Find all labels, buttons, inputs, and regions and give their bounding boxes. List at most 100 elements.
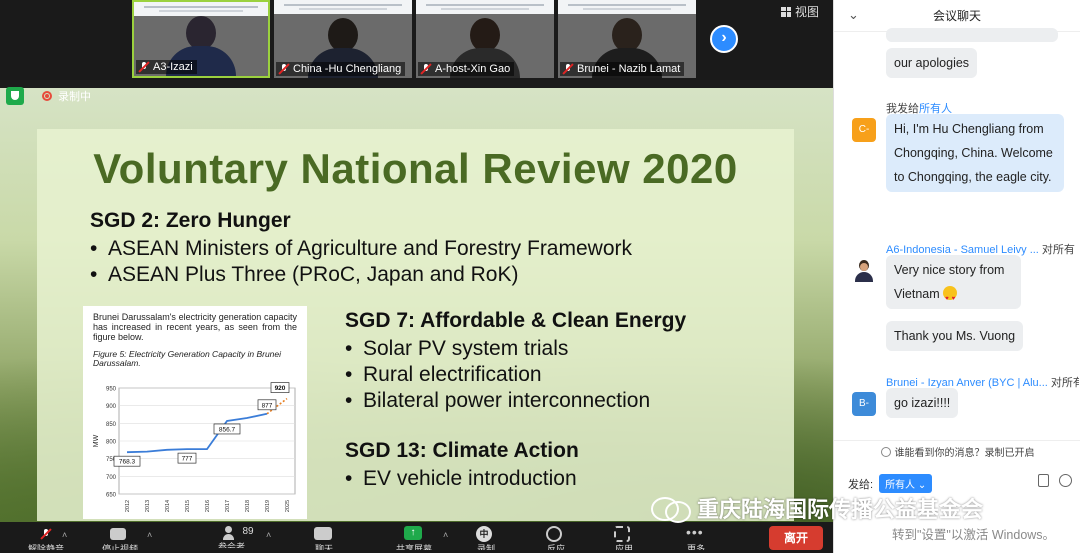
zoom-window: A3-Izazi China -Hu Chengliang A-host-Xin… — [0, 0, 1080, 553]
y-tick-label: 900 — [106, 404, 117, 410]
video-tile-hu-chengliang[interactable]: China -Hu Chengliang — [274, 0, 412, 78]
video-camera-icon — [110, 526, 130, 542]
more-options-icon[interactable] — [1059, 474, 1072, 487]
send-to-label: 发给: — [848, 478, 874, 491]
y-tick-label: 800 — [106, 440, 117, 446]
person-icon — [880, 446, 891, 457]
toolbar-label: 共享屏幕 — [396, 544, 433, 550]
tile-banner — [558, 0, 696, 14]
more-dots-icon: ••• — [686, 524, 704, 540]
mic-muted-icon — [138, 61, 150, 73]
toolbar-label: 停止视频 — [102, 544, 139, 550]
apps-icon — [614, 526, 634, 542]
participant-name: Brunei - Nazib Lamat — [560, 62, 685, 76]
sdg-bullet: EV vehicle introduction — [345, 466, 579, 492]
data-label: 920 — [275, 385, 286, 392]
next-page-button[interactable]: › — [710, 25, 738, 53]
record-icon — [42, 91, 52, 101]
participant-count: 89 — [242, 526, 254, 537]
tile-banner — [274, 0, 412, 14]
y-tick-label: 650 — [106, 493, 117, 499]
apps-button[interactable]: 应用 — [614, 526, 634, 550]
windows-activation-notice: 转到"设置"以激活 Windows。 — [892, 528, 1056, 542]
view-button[interactable]: 视图 — [781, 3, 819, 20]
video-tile-izazi[interactable]: A3-Izazi — [132, 0, 270, 78]
toolbar-label: 应用 — [614, 544, 633, 550]
figure-caption: Figure 5: Electricity Generation Capacit… — [93, 349, 282, 368]
unmute-button[interactable]: 解除静音 — [28, 526, 64, 550]
participant-name: A3-Izazi — [136, 60, 197, 74]
y-tick-label: 700 — [106, 475, 117, 481]
chat-tools — [1038, 474, 1072, 487]
chat-panel: ⌄ 会议聊天 our apologies 我发给所有人 C- Hi, I'm H… — [833, 0, 1080, 553]
chat-icon — [314, 526, 334, 542]
electricity-capacity-chart: 650700750800850900950MW2012 2013 2014 2015 2… — [93, 382, 296, 512]
send-to-row: 发给: 所有人 ⌄ — [848, 474, 933, 493]
chat-bubble-partial — [886, 28, 1058, 42]
chat-message: Hi, I'm Hu Chengliang from Chongqing, Ch… — [886, 114, 1064, 192]
video-tile-nazib-lamat[interactable]: Brunei - Nazib Lamat — [558, 0, 696, 78]
more-button[interactable]: ••• 更多 — [686, 524, 706, 550]
toolbar-label: 解除静音 — [28, 544, 65, 550]
toolbar-label: 聊天 — [314, 544, 333, 550]
sdg-bullet: Bilateral power interconnection — [345, 388, 686, 414]
stop-video-button[interactable]: 停止视频 — [102, 526, 138, 550]
chat-messages[interactable]: our apologies 我发给所有人 C- Hi, I'm Hu Cheng… — [834, 28, 1080, 440]
tile-banner — [416, 0, 554, 14]
sdg-heading: SGD 2: Zero Hunger — [90, 209, 291, 232]
sdg-bullet: Solar PV system trials — [345, 336, 686, 362]
mic-muted-icon — [562, 63, 574, 75]
recording-label: 录制中 — [58, 91, 91, 103]
x-tick-label: 2013 — [145, 500, 151, 512]
video-tile-xin-gao[interactable]: A-host-Xin Gao — [416, 0, 554, 78]
record-icon: 中 — [476, 526, 496, 542]
meeting-toolbar: 解除静音 ˄ 停止视频 ˄ 89 参会者 ˄ 聊天 ↑ 共享屏幕 ˄ 中 录制 … — [0, 522, 833, 553]
reactions-button[interactable]: 反应 — [546, 526, 566, 550]
participants-icon: 89 — [222, 526, 254, 540]
y-axis-label: MW — [93, 434, 100, 447]
share-status-bar: 录制中 — [0, 84, 833, 108]
mic-muted-icon — [36, 526, 56, 542]
share-screen-button[interactable]: ↑ 共享屏幕 — [396, 526, 432, 550]
x-tick-label: 2018 — [245, 500, 251, 512]
smiley-icon — [546, 526, 566, 542]
sdg-heading: SGD 13: Climate Action — [345, 439, 579, 462]
report-paragraph: Brunei Darussalam's electricity generati… — [93, 312, 297, 342]
chevron-up-icon[interactable]: ˄ — [147, 530, 152, 540]
slide-title: Voluntary National Review 2020 — [93, 145, 738, 192]
toolbar-label: 更多 — [686, 544, 705, 550]
chevron-up-icon[interactable]: ˄ — [443, 530, 448, 540]
sdg-2-section: SGD 2: Zero Hunger ASEAN Ministers of Ag… — [90, 209, 632, 288]
chat-privacy-note[interactable]: 谁能看到你的消息？录制已开启 — [834, 440, 1080, 462]
chevron-down-icon[interactable]: ⌄ — [848, 7, 859, 23]
leave-button[interactable]: 离开 — [769, 526, 823, 550]
recipient-dropdown[interactable]: 所有人 ⌄ — [879, 474, 933, 493]
file-icon[interactable] — [1038, 474, 1049, 487]
avatar: B- — [852, 392, 876, 416]
security-shield-icon[interactable] — [6, 87, 24, 105]
chat-message: Thank you Ms. Vuong — [886, 321, 1024, 351]
participants-button[interactable]: 89 参会者 — [218, 526, 254, 550]
recording-indicator[interactable]: 录制中 — [42, 88, 91, 104]
chevron-up-icon[interactable]: ˄ — [62, 530, 67, 540]
wechat-watermark: 重庆陆海国际传播公益基金会 — [651, 492, 983, 524]
y-tick-label: 850 — [106, 422, 117, 428]
data-label: 877 — [262, 402, 273, 409]
chevron-right-icon: › — [721, 29, 727, 46]
x-tick-label: 2014 — [165, 500, 171, 512]
chat-message: our apologies — [886, 48, 978, 78]
x-tick-label: 2012 — [125, 500, 131, 512]
chat-button[interactable]: 聊天 — [314, 526, 334, 550]
sdg-heading: SGD 7: Affordable & Clean Energy — [345, 309, 687, 332]
privacy-text: 谁能看到你的消息？录制已开启 — [894, 448, 1035, 459]
x-tick-label: 2015 — [185, 500, 191, 512]
sdg-bullet: Rural electrification — [345, 362, 686, 388]
grid-icon — [781, 6, 791, 17]
chat-message: Very nice story from Vietnam — [886, 255, 1021, 311]
record-button[interactable]: 中 录制 — [476, 526, 496, 550]
meeting-area: A3-Izazi China -Hu Chengliang A-host-Xin… — [0, 0, 833, 553]
chevron-up-icon[interactable]: ˄ — [266, 530, 271, 540]
mic-muted-icon — [278, 63, 290, 75]
data-label: 768.3 — [119, 459, 136, 466]
report-excerpt: Brunei Darussalam's electricity generati… — [83, 306, 307, 519]
